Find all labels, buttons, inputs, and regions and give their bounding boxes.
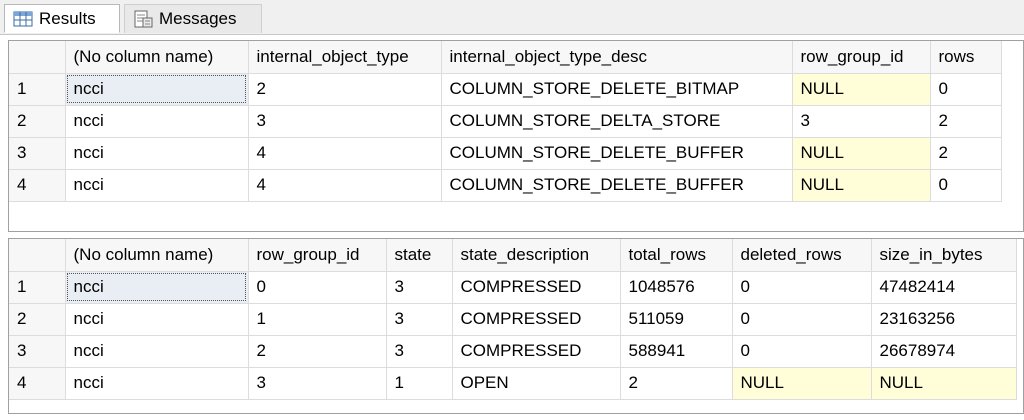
- table-header-row: (No column name) row_group_id state stat…: [9, 239, 1017, 272]
- table-row[interactable]: 1 ncci 2 COLUMN_STORE_DELETE_BITMAP NULL…: [9, 73, 1002, 106]
- column-header[interactable]: state: [386, 239, 453, 272]
- table-cell[interactable]: COMPRESSED: [452, 271, 621, 304]
- table-cell[interactable]: 0: [732, 335, 872, 368]
- row-number[interactable]: 1: [9, 73, 66, 106]
- column-header[interactable]: row_group_id: [792, 41, 931, 74]
- results-grid-1: (No column name) internal_object_type in…: [8, 40, 1024, 232]
- column-header[interactable]: rows: [930, 41, 1002, 74]
- column-header[interactable]: size_in_bytes: [871, 239, 1017, 272]
- table-cell[interactable]: 3: [248, 105, 442, 138]
- table-cell[interactable]: 4: [248, 137, 442, 170]
- table-cell[interactable]: COLUMN_STORE_DELETE_BUFFER: [441, 137, 793, 170]
- table-cell[interactable]: COLUMN_STORE_DELETE_BUFFER: [441, 169, 793, 202]
- table-cell[interactable]: 2: [248, 73, 442, 106]
- row-number[interactable]: 1: [9, 271, 66, 304]
- table-cell[interactable]: 3: [386, 303, 453, 336]
- table-row[interactable]: 2 ncci 3 COLUMN_STORE_DELTA_STORE 3 2: [9, 105, 1002, 138]
- table-cell[interactable]: 1048576: [620, 271, 733, 304]
- table-cell[interactable]: ncci: [65, 105, 249, 138]
- table-cell[interactable]: OPEN: [452, 367, 621, 400]
- results-tab-bar: Results Messages: [0, 0, 1024, 35]
- column-header[interactable]: (No column name): [65, 239, 249, 272]
- column-header[interactable]: (No column name): [65, 41, 249, 74]
- column-header[interactable]: internal_object_type_desc: [441, 41, 793, 74]
- table-cell[interactable]: 3: [248, 367, 387, 400]
- table-cell[interactable]: 3: [386, 335, 453, 368]
- table-cell[interactable]: NULL: [792, 169, 931, 202]
- table-cell[interactable]: 3: [386, 271, 453, 304]
- table-cell[interactable]: NULL: [792, 137, 931, 170]
- table-cell[interactable]: ncci: [65, 271, 249, 304]
- table-cell[interactable]: 2: [930, 105, 1002, 138]
- table-cell[interactable]: 47482414: [871, 271, 1017, 304]
- table-cell[interactable]: 0: [248, 271, 387, 304]
- results-grid-2: (No column name) row_group_id state stat…: [8, 238, 1024, 414]
- table-cell[interactable]: NULL: [732, 367, 872, 400]
- table-cell[interactable]: COLUMN_STORE_DELETE_BITMAP: [441, 73, 793, 106]
- table-cell[interactable]: ncci: [65, 303, 249, 336]
- row-number[interactable]: 4: [9, 169, 66, 202]
- table-cell[interactable]: 0: [732, 303, 872, 336]
- table-cell[interactable]: 588941: [620, 335, 733, 368]
- tab-results-label: Results: [39, 8, 96, 28]
- column-header[interactable]: row_group_id: [248, 239, 387, 272]
- row-number[interactable]: 4: [9, 367, 66, 400]
- results-table-2: (No column name) row_group_id state stat…: [9, 239, 1017, 400]
- table-cell[interactable]: ncci: [65, 335, 249, 368]
- column-header[interactable]: internal_object_type: [248, 41, 442, 74]
- table-cell[interactable]: 1: [248, 303, 387, 336]
- table-row[interactable]: 3 ncci 2 3 COMPRESSED 588941 0 26678974: [9, 335, 1017, 368]
- row-number[interactable]: 3: [9, 335, 66, 368]
- table-cell[interactable]: COMPRESSED: [452, 335, 621, 368]
- table-row[interactable]: 4 ncci 4 COLUMN_STORE_DELETE_BUFFER NULL…: [9, 169, 1002, 202]
- table-cell[interactable]: 3: [792, 105, 931, 138]
- table-cell[interactable]: 1: [386, 367, 453, 400]
- row-number-header[interactable]: [9, 41, 66, 74]
- table-row[interactable]: 4 ncci 3 1 OPEN 2 NULL NULL: [9, 367, 1017, 400]
- results-table-1: (No column name) internal_object_type in…: [9, 41, 1002, 202]
- column-header[interactable]: deleted_rows: [732, 239, 872, 272]
- table-cell[interactable]: 2: [930, 137, 1002, 170]
- column-header[interactable]: state_description: [452, 239, 621, 272]
- row-number[interactable]: 3: [9, 137, 66, 170]
- table-cell[interactable]: 4: [248, 169, 442, 202]
- table-header-row: (No column name) internal_object_type in…: [9, 41, 1002, 74]
- row-number-header[interactable]: [9, 239, 66, 272]
- table-cell[interactable]: 2: [248, 335, 387, 368]
- table-cell[interactable]: 511059: [620, 303, 733, 336]
- messages-icon: [134, 10, 153, 28]
- tab-messages-label: Messages: [159, 9, 237, 28]
- table-cell[interactable]: 0: [930, 169, 1002, 202]
- table-cell[interactable]: 0: [732, 271, 872, 304]
- table-cell[interactable]: COLUMN_STORE_DELTA_STORE: [441, 105, 793, 138]
- table-cell[interactable]: 2: [620, 367, 733, 400]
- grid-icon: [13, 11, 33, 26]
- tab-results[interactable]: Results: [4, 4, 120, 33]
- table-row[interactable]: 2 ncci 1 3 COMPRESSED 511059 0 23163256: [9, 303, 1017, 336]
- table-cell[interactable]: ncci: [65, 169, 249, 202]
- table-cell[interactable]: ncci: [65, 73, 249, 106]
- row-number[interactable]: 2: [9, 105, 66, 138]
- table-cell[interactable]: ncci: [65, 367, 249, 400]
- tab-messages[interactable]: Messages: [124, 4, 262, 33]
- table-row[interactable]: 1 ncci 0 3 COMPRESSED 1048576 0 47482414: [9, 271, 1017, 304]
- table-cell[interactable]: NULL: [792, 73, 931, 106]
- table-cell[interactable]: 0: [930, 73, 1002, 106]
- table-row[interactable]: 3 ncci 4 COLUMN_STORE_DELETE_BUFFER NULL…: [9, 137, 1002, 170]
- table-cell[interactable]: ncci: [65, 137, 249, 170]
- table-cell[interactable]: 23163256: [871, 303, 1017, 336]
- table-cell[interactable]: 26678974: [871, 335, 1017, 368]
- column-header[interactable]: total_rows: [620, 239, 733, 272]
- table-cell[interactable]: COMPRESSED: [452, 303, 621, 336]
- table-cell[interactable]: NULL: [871, 367, 1017, 400]
- row-number[interactable]: 2: [9, 303, 66, 336]
